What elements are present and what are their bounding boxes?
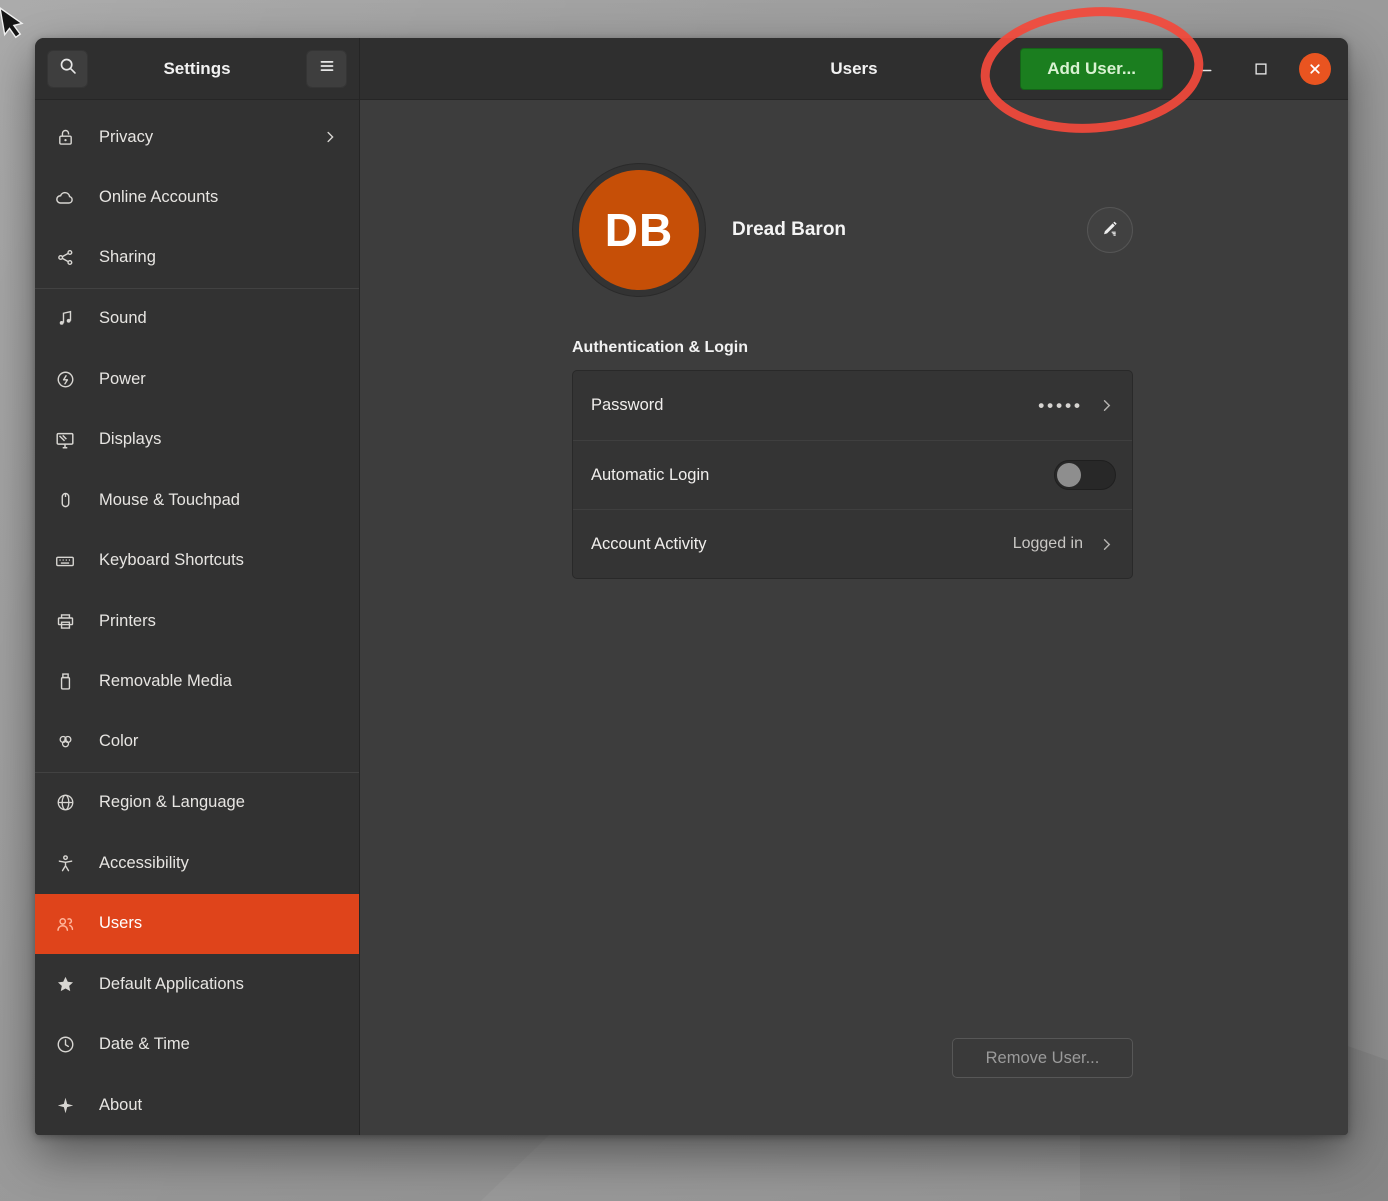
automatic-login-row: Automatic Login <box>573 440 1132 509</box>
account-activity-row[interactable]: Account Activity Logged in <box>573 509 1132 578</box>
sidebar-item-users[interactable]: Users <box>35 894 359 955</box>
sidebar-item-label: Online Accounts <box>99 188 218 207</box>
headerbar: Users Add User... <box>360 38 1348 100</box>
users-icon <box>53 912 77 936</box>
sidebar-header: Settings <box>35 38 360 100</box>
search-button[interactable] <box>47 50 88 88</box>
sidebar-item-label: About <box>99 1096 142 1115</box>
sidebar-item-privacy[interactable]: Privacy <box>35 107 359 168</box>
sidebar-item-default-applications[interactable]: Default Applications <box>35 954 359 1015</box>
sidebar-item-accessibility[interactable]: Accessibility <box>35 833 359 894</box>
user-profile: DB Dread Baron <box>572 163 1133 297</box>
chevron-right-icon <box>1097 396 1116 415</box>
sidebar-item-about[interactable]: About <box>35 1075 359 1135</box>
sidebar-item-mouse-touchpad[interactable]: Mouse & Touchpad <box>35 470 359 531</box>
toggle-knob <box>1057 463 1081 487</box>
power-icon <box>53 367 77 391</box>
sidebar-item-date-time[interactable]: Date & Time <box>35 1015 359 1076</box>
sidebar-item-removable-media[interactable]: Removable Media <box>35 652 359 713</box>
account-activity-value: Logged in <box>1013 535 1083 553</box>
color-icon <box>53 730 77 754</box>
window-controls <box>1169 53 1331 85</box>
sidebar-item-label: Color <box>99 732 138 751</box>
users-panel: DB Dread Baron Authentication & Login Pa… <box>360 100 1348 1135</box>
sidebar-item-label: Accessibility <box>99 854 189 873</box>
sidebar-item-color[interactable]: Color <box>35 712 359 773</box>
sidebar-item-displays[interactable]: Displays <box>35 410 359 471</box>
clock-icon <box>53 1033 77 1057</box>
sidebar-item-printers[interactable]: Printers <box>35 591 359 652</box>
password-value: ••••• <box>1038 396 1083 416</box>
mouse-icon <box>53 488 77 512</box>
printer-icon <box>53 609 77 633</box>
globe-icon <box>53 791 77 815</box>
star-icon <box>53 972 77 996</box>
user-name: Dread Baron <box>732 219 846 241</box>
sparkle-icon <box>53 1093 77 1117</box>
sidebar-item-label: Sound <box>99 309 147 328</box>
automatic-login-label: Automatic Login <box>591 466 709 485</box>
search-icon <box>57 55 79 82</box>
password-row[interactable]: Password ••••• <box>573 371 1132 440</box>
avatar-initials: DB <box>579 170 699 290</box>
keyboard-icon <box>53 549 77 573</box>
accessibility-icon <box>53 851 77 875</box>
desktop: { "sidebar_header": { "title": "Settings… <box>0 0 1388 1201</box>
sidebar-item-online-accounts[interactable]: Online Accounts <box>35 168 359 229</box>
remove-user-button[interactable]: Remove User... <box>952 1038 1133 1078</box>
avatar: DB <box>572 163 706 297</box>
sidebar-item-label: Keyboard Shortcuts <box>99 551 244 570</box>
sidebar-item-sound[interactable]: Sound <box>35 289 359 350</box>
sidebar-item-label: Sharing <box>99 248 156 267</box>
sidebar-item-power[interactable]: Power <box>35 349 359 410</box>
password-label: Password <box>591 396 663 415</box>
sidebar: Privacy Online Accounts Sharing Sound <box>35 100 360 1135</box>
close-button[interactable] <box>1299 53 1331 85</box>
chevron-right-icon <box>321 128 339 146</box>
auth-login-panel: Password ••••• Automatic Login Account A… <box>572 370 1133 579</box>
sidebar-item-label: Default Applications <box>99 975 244 994</box>
automatic-login-toggle[interactable] <box>1054 460 1116 490</box>
sidebar-item-label: Removable Media <box>99 672 232 691</box>
add-user-button[interactable]: Add User... <box>1020 48 1163 90</box>
mouse-cursor <box>0 4 37 50</box>
close-icon <box>1306 60 1324 78</box>
edit-user-button[interactable] <box>1087 207 1133 253</box>
sidebar-item-keyboard-shortcuts[interactable]: Keyboard Shortcuts <box>35 531 359 592</box>
account-activity-label: Account Activity <box>591 535 707 554</box>
share-icon <box>53 246 77 270</box>
cloud-icon <box>53 186 77 210</box>
display-icon <box>53 428 77 452</box>
menu-button[interactable] <box>306 50 347 88</box>
settings-window: Settings Users Add User... <box>35 38 1348 1135</box>
sidebar-item-label: Power <box>99 370 146 389</box>
sidebar-item-label: Displays <box>99 430 161 449</box>
sidebar-item-label: Region & Language <box>99 793 245 812</box>
sidebar-item-label: Privacy <box>99 128 153 147</box>
maximize-icon <box>1252 60 1270 78</box>
sidebar-item-region-language[interactable]: Region & Language <box>35 773 359 834</box>
usb-icon <box>53 670 77 694</box>
music-note-icon <box>53 307 77 331</box>
sidebar-item-label: Date & Time <box>99 1035 190 1054</box>
lock-icon <box>53 125 77 149</box>
sidebar-item-sharing[interactable]: Sharing <box>35 228 359 289</box>
maximize-button[interactable] <box>1245 53 1277 85</box>
hamburger-menu-icon <box>316 55 338 82</box>
sidebar-item-label: Mouse & Touchpad <box>99 491 240 510</box>
pencil-icon <box>1099 217 1121 244</box>
minimize-button[interactable] <box>1191 53 1223 85</box>
page-title: Users <box>830 59 877 79</box>
sidebar-item-label: Printers <box>99 612 156 631</box>
chevron-right-icon <box>1097 535 1116 554</box>
section-title: Authentication & Login <box>572 339 1133 357</box>
sidebar-item-label: Users <box>99 914 142 933</box>
minimize-icon <box>1198 60 1216 78</box>
